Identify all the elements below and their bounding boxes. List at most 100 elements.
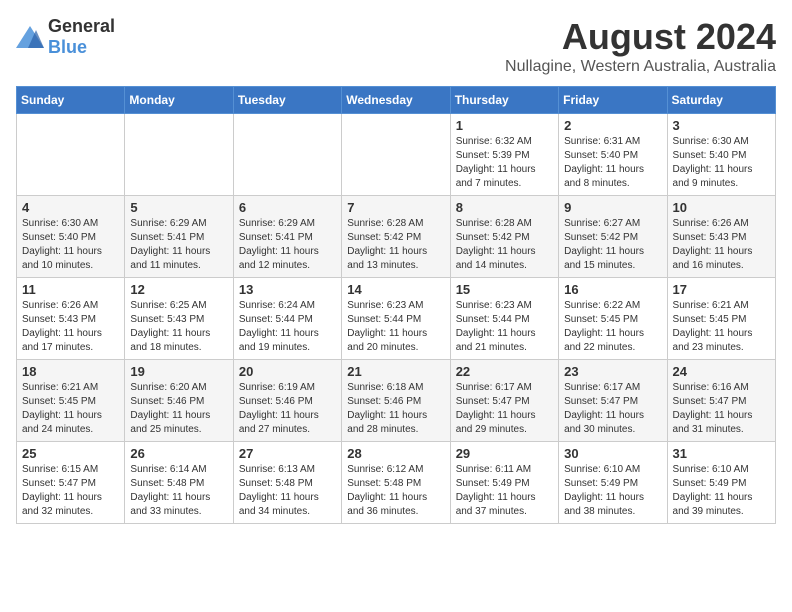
calendar-cell: 20 Sunrise: 6:19 AM Sunset: 5:46 PM Dayli… [233, 360, 341, 442]
day-number: 2 [564, 118, 661, 133]
logo-icon [16, 26, 44, 48]
calendar-cell: 23 Sunrise: 6:17 AM Sunset: 5:47 PM Dayli… [559, 360, 667, 442]
day-number: 19 [130, 364, 227, 379]
calendar-week-row: 1Sunrise: 6:32 AM Sunset: 5:39 PM Daylig… [17, 114, 776, 196]
calendar-header-row: SundayMondayTuesdayWednesdayThursdayFrid… [17, 87, 776, 114]
calendar-cell: 27 Sunrise: 6:13 AM Sunset: 5:48 PM Dayli… [233, 442, 341, 524]
calendar-cell: 14Sunrise: 6:23 AM Sunset: 5:44 PM Dayli… [342, 278, 450, 360]
calendar-cell: 8Sunrise: 6:28 AM Sunset: 5:42 PM Daylig… [450, 196, 558, 278]
day-info: Sunrise: 6:10 AM Sunset: 5:49 PM Dayligh… [673, 463, 770, 519]
calendar-cell: 10Sunrise: 6:26 AM Sunset: 5:43 PM Dayli… [667, 196, 775, 278]
day-number: 1 [456, 118, 553, 133]
calendar-cell: 21Sunrise: 6:18 AM Sunset: 5:46 PM Dayli… [342, 360, 450, 442]
day-info: Sunrise: 6:24 AM Sunset: 5:44 PM Dayligh… [239, 299, 336, 355]
calendar-header-friday: Friday [559, 87, 667, 114]
calendar-header-tuesday: Tuesday [233, 87, 341, 114]
day-number: 22 [456, 364, 553, 379]
calendar-cell: 18Sunrise: 6:21 AM Sunset: 5:45 PM Dayli… [17, 360, 125, 442]
calendar-cell: 2 Sunrise: 6:31 AM Sunset: 5:40 PM Daylig… [559, 114, 667, 196]
calendar-week-row: 4Sunrise: 6:30 AM Sunset: 5:40 PM Daylig… [17, 196, 776, 278]
calendar-cell: 1Sunrise: 6:32 AM Sunset: 5:39 PM Daylig… [450, 114, 558, 196]
calendar-cell: 28 Sunrise: 6:12 AM Sunset: 5:48 PM Dayli… [342, 442, 450, 524]
calendar-week-row: 18Sunrise: 6:21 AM Sunset: 5:45 PM Dayli… [17, 360, 776, 442]
day-info: Sunrise: 6:14 AM Sunset: 5:48 PM Dayligh… [130, 463, 227, 519]
day-info: Sunrise: 6:17 AM Sunset: 5:47 PM Dayligh… [564, 381, 661, 437]
logo-blue: Blue [48, 37, 87, 57]
day-number: 29 [456, 446, 553, 461]
day-number: 28 [347, 446, 444, 461]
day-info: Sunrise: 6:18 AM Sunset: 5:46 PM Dayligh… [347, 381, 444, 437]
day-info: Sunrise: 6:11 AM Sunset: 5:49 PM Dayligh… [456, 463, 553, 519]
day-number: 14 [347, 282, 444, 297]
calendar-header-monday: Monday [125, 87, 233, 114]
calendar-cell: 26 Sunrise: 6:14 AM Sunset: 5:48 PM Dayli… [125, 442, 233, 524]
calendar-cell: 15Sunrise: 6:23 AM Sunset: 5:44 PM Dayli… [450, 278, 558, 360]
day-info: Sunrise: 6:13 AM Sunset: 5:48 PM Dayligh… [239, 463, 336, 519]
calendar-cell: 30 Sunrise: 6:10 AM Sunset: 5:49 PM Dayli… [559, 442, 667, 524]
day-number: 24 [673, 364, 770, 379]
logo: General Blue [16, 16, 115, 58]
calendar-cell: 29 Sunrise: 6:11 AM Sunset: 5:49 PM Dayli… [450, 442, 558, 524]
day-info: Sunrise: 6:19 AM Sunset: 5:46 PM Dayligh… [239, 381, 336, 437]
calendar-cell [17, 114, 125, 196]
calendar-header-thursday: Thursday [450, 87, 558, 114]
day-info: Sunrise: 6:16 AM Sunset: 5:47 PM Dayligh… [673, 381, 770, 437]
day-number: 13 [239, 282, 336, 297]
day-number: 30 [564, 446, 661, 461]
day-number: 25 [22, 446, 119, 461]
day-info: Sunrise: 6:10 AM Sunset: 5:49 PM Dayligh… [564, 463, 661, 519]
calendar-week-row: 11 Sunrise: 6:26 AM Sunset: 5:43 PM Dayli… [17, 278, 776, 360]
day-info: Sunrise: 6:22 AM Sunset: 5:45 PM Dayligh… [564, 299, 661, 355]
day-number: 27 [239, 446, 336, 461]
calendar-cell: 5Sunrise: 6:29 AM Sunset: 5:41 PM Daylig… [125, 196, 233, 278]
day-number: 6 [239, 200, 336, 215]
day-info: Sunrise: 6:31 AM Sunset: 5:40 PM Dayligh… [564, 135, 661, 191]
calendar-cell: 13 Sunrise: 6:24 AM Sunset: 5:44 PM Dayli… [233, 278, 341, 360]
day-number: 7 [347, 200, 444, 215]
day-info: Sunrise: 6:26 AM Sunset: 5:43 PM Dayligh… [22, 299, 119, 355]
day-number: 15 [456, 282, 553, 297]
calendar-cell: 7 Sunrise: 6:28 AM Sunset: 5:42 PM Daylig… [342, 196, 450, 278]
day-info: Sunrise: 6:30 AM Sunset: 5:40 PM Dayligh… [673, 135, 770, 191]
day-number: 10 [673, 200, 770, 215]
day-number: 16 [564, 282, 661, 297]
day-info: Sunrise: 6:27 AM Sunset: 5:42 PM Dayligh… [564, 217, 661, 273]
day-number: 26 [130, 446, 227, 461]
calendar-cell: 19 Sunrise: 6:20 AM Sunset: 5:46 PM Dayli… [125, 360, 233, 442]
day-info: Sunrise: 6:21 AM Sunset: 5:45 PM Dayligh… [673, 299, 770, 355]
day-number: 20 [239, 364, 336, 379]
calendar-cell: 17 Sunrise: 6:21 AM Sunset: 5:45 PM Dayli… [667, 278, 775, 360]
calendar-cell: 11 Sunrise: 6:26 AM Sunset: 5:43 PM Dayli… [17, 278, 125, 360]
day-number: 11 [22, 282, 119, 297]
day-info: Sunrise: 6:20 AM Sunset: 5:46 PM Dayligh… [130, 381, 227, 437]
calendar-cell: 9 Sunrise: 6:27 AM Sunset: 5:42 PM Daylig… [559, 196, 667, 278]
calendar-cell: 31Sunrise: 6:10 AM Sunset: 5:49 PM Dayli… [667, 442, 775, 524]
calendar-cell: 12 Sunrise: 6:25 AM Sunset: 5:43 PM Dayli… [125, 278, 233, 360]
calendar-cell: 16 Sunrise: 6:22 AM Sunset: 5:45 PM Dayli… [559, 278, 667, 360]
logo-general: General [48, 16, 115, 36]
page-header: General Blue August 2024 Nullagine, West… [16, 16, 776, 76]
day-number: 17 [673, 282, 770, 297]
main-title: August 2024 [505, 16, 776, 58]
calendar-cell: 24 Sunrise: 6:16 AM Sunset: 5:47 PM Dayli… [667, 360, 775, 442]
day-info: Sunrise: 6:28 AM Sunset: 5:42 PM Dayligh… [456, 217, 553, 273]
day-info: Sunrise: 6:12 AM Sunset: 5:48 PM Dayligh… [347, 463, 444, 519]
day-number: 23 [564, 364, 661, 379]
day-info: Sunrise: 6:29 AM Sunset: 5:41 PM Dayligh… [130, 217, 227, 273]
day-number: 3 [673, 118, 770, 133]
day-info: Sunrise: 6:21 AM Sunset: 5:45 PM Dayligh… [22, 381, 119, 437]
calendar-cell: 6 Sunrise: 6:29 AM Sunset: 5:41 PM Daylig… [233, 196, 341, 278]
calendar-body: 1Sunrise: 6:32 AM Sunset: 5:39 PM Daylig… [17, 114, 776, 524]
day-info: Sunrise: 6:28 AM Sunset: 5:42 PM Dayligh… [347, 217, 444, 273]
calendar-cell [125, 114, 233, 196]
day-number: 4 [22, 200, 119, 215]
title-section: August 2024 Nullagine, Western Australia… [505, 16, 776, 76]
day-info: Sunrise: 6:29 AM Sunset: 5:41 PM Dayligh… [239, 217, 336, 273]
calendar-cell: 4Sunrise: 6:30 AM Sunset: 5:40 PM Daylig… [17, 196, 125, 278]
day-number: 9 [564, 200, 661, 215]
day-info: Sunrise: 6:25 AM Sunset: 5:43 PM Dayligh… [130, 299, 227, 355]
day-number: 12 [130, 282, 227, 297]
calendar-week-row: 25 Sunrise: 6:15 AM Sunset: 5:47 PM Dayli… [17, 442, 776, 524]
day-info: Sunrise: 6:15 AM Sunset: 5:47 PM Dayligh… [22, 463, 119, 519]
calendar-header-saturday: Saturday [667, 87, 775, 114]
